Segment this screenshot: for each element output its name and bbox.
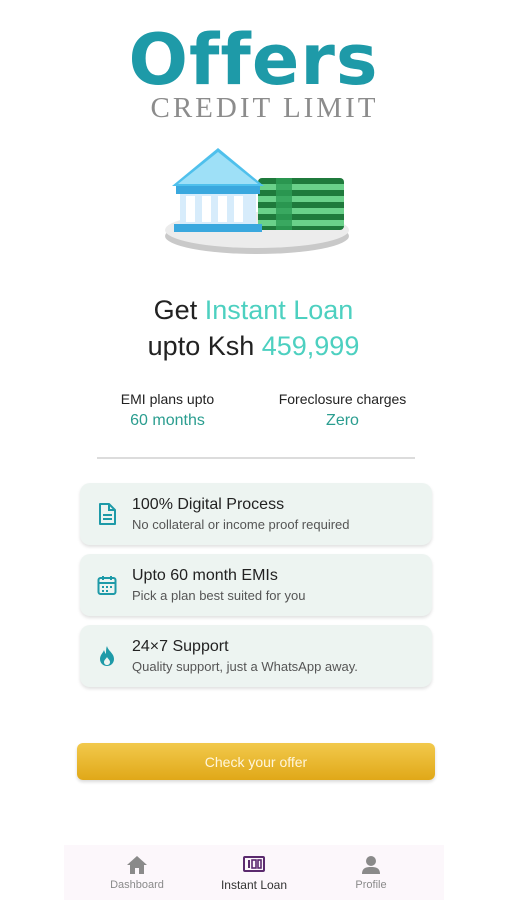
amount-prefix: upto Ksh [147, 331, 262, 361]
feature-desc: Quality support, just a WhatsApp away. [132, 659, 358, 674]
feature-list: 100% Digital Process No collateral or in… [80, 483, 432, 696]
page-subtitle: CREDIT LIMIT [150, 92, 379, 124]
nav-label: Instant Loan [220, 878, 288, 892]
divider [97, 457, 415, 459]
loan-stats: EMI plans upto 60 months Foreclosure cha… [80, 390, 430, 434]
check-offer-button[interactable]: Check your offer [77, 743, 435, 780]
feature-card-digital: 100% Digital Process No collateral or in… [80, 483, 432, 545]
calendar-icon [96, 574, 118, 596]
person-icon [359, 854, 383, 876]
nav-label: Profile [355, 879, 387, 891]
stat-foreclosure: Foreclosure charges Zero [255, 390, 430, 434]
stat-label: EMI plans upto [120, 391, 215, 407]
fire-icon [96, 645, 118, 667]
nav-label: Dashboard [110, 879, 164, 891]
loan-icon [242, 853, 266, 875]
headline-line-1: Get Instant Loan [0, 292, 507, 328]
feature-card-support: 24×7 Support Quality support, just a Wha… [80, 625, 432, 687]
feature-title: Upto 60 month EMIs [132, 567, 278, 584]
headline-line-2: upto Ksh 459,999 [0, 328, 507, 364]
page-title: Offers [128, 19, 379, 101]
stat-label: Foreclosure charges [278, 391, 407, 407]
feature-card-emi: Upto 60 month EMIs Pick a plan best suit… [80, 554, 432, 616]
stat-value: Zero [326, 412, 359, 429]
nav-dashboard[interactable]: Dashboard [92, 854, 182, 891]
header: Offers CREDIT LIMIT [0, 22, 507, 125]
headline-prefix: Get [153, 295, 205, 325]
feature-text: 24×7 Support Quality support, just a Wha… [132, 636, 358, 676]
feature-text: Upto 60 month EMIs Pick a plan best suit… [132, 565, 305, 605]
loan-headline: Get Instant Loan upto Ksh 459,999 [0, 292, 507, 364]
document-icon [96, 503, 118, 525]
stat-emi-plans: EMI plans upto 60 months [80, 390, 255, 434]
stat-value: 60 months [130, 412, 205, 429]
feature-desc: Pick a plan best suited for you [132, 588, 306, 603]
feature-desc: No collateral or income proof required [132, 517, 350, 532]
home-icon [125, 854, 149, 876]
feature-text: 100% Digital Process No collateral or in… [132, 494, 350, 534]
nav-instant-loan[interactable]: Instant Loan [209, 853, 299, 892]
feature-title: 100% Digital Process [132, 496, 285, 513]
instant-loan-text: Instant Loan [204, 295, 354, 325]
bottom-nav: Dashboard Instant Loan Profile [64, 845, 444, 900]
loan-amount: 459,999 [261, 331, 360, 361]
feature-title: 24×7 Support [132, 638, 229, 655]
bank-money-illustration [160, 140, 355, 258]
nav-profile[interactable]: Profile [326, 854, 416, 891]
